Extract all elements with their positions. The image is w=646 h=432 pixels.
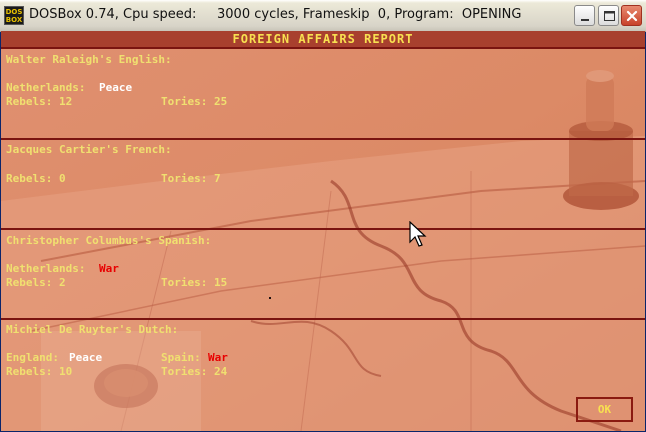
close-icon xyxy=(626,10,638,22)
dosbox-window: DOS BOX DOSBox 0.74, Cpu speed: 3000 cyc… xyxy=(0,0,646,432)
report-title: FOREIGN AFFAIRS REPORT xyxy=(1,31,645,47)
tories-count: Tories: 7 xyxy=(161,172,221,185)
relation-nation: Netherlands: xyxy=(6,262,86,275)
background-map-artwork xyxy=(1,31,645,431)
maximize-button[interactable] xyxy=(598,5,619,26)
rebels-count: Rebels: 12 xyxy=(6,95,73,108)
rebels-count: Rebels: 0 xyxy=(6,172,66,185)
tories-count: Tories: 24 xyxy=(161,365,228,378)
relation-status-war: War xyxy=(99,262,119,275)
close-button[interactable] xyxy=(621,5,642,26)
section-header-dutch: Michiel De Ruyter's Dutch: xyxy=(6,323,179,336)
minimize-button[interactable] xyxy=(574,5,595,26)
section-header-english: Walter Raleigh's English: xyxy=(6,53,172,66)
tories-count: Tories: 15 xyxy=(161,276,228,289)
relation-nation: Spain: xyxy=(161,351,201,364)
dosbox-app-icon[interactable]: DOS BOX xyxy=(4,6,24,25)
ok-button[interactable]: OK xyxy=(576,397,633,422)
relation-status-peace: Peace xyxy=(99,81,133,94)
relation-status-war: War xyxy=(208,351,228,364)
rebels-count: Rebels: 2 xyxy=(6,276,66,289)
game-screen[interactable]: FOREIGN AFFAIRS REPORT Walter Raleigh's … xyxy=(1,31,645,431)
tories-count: Tories: 25 xyxy=(161,95,228,108)
relation-nation: England: xyxy=(6,351,59,364)
mouse-cursor-icon xyxy=(409,221,427,247)
title-bar[interactable]: DOS BOX DOSBox 0.74, Cpu speed: 3000 cyc… xyxy=(0,0,646,32)
section-separator xyxy=(1,228,645,230)
section-separator xyxy=(1,318,645,320)
minimize-icon xyxy=(581,19,589,21)
window-title: DOSBox 0.74, Cpu speed: 3000 cycles, Fra… xyxy=(29,7,522,22)
map-marker-dot xyxy=(269,297,271,299)
section-header-french: Jacques Cartier's French: xyxy=(6,143,172,156)
rebels-count: Rebels: 10 xyxy=(6,365,73,378)
relation-nation: Netherlands: xyxy=(6,81,86,94)
section-separator xyxy=(1,138,645,140)
relation-status-peace: Peace xyxy=(69,351,103,364)
maximize-icon xyxy=(604,11,615,21)
section-separator xyxy=(1,47,645,49)
section-header-spanish: Christopher Columbus's Spanish: xyxy=(6,234,212,247)
